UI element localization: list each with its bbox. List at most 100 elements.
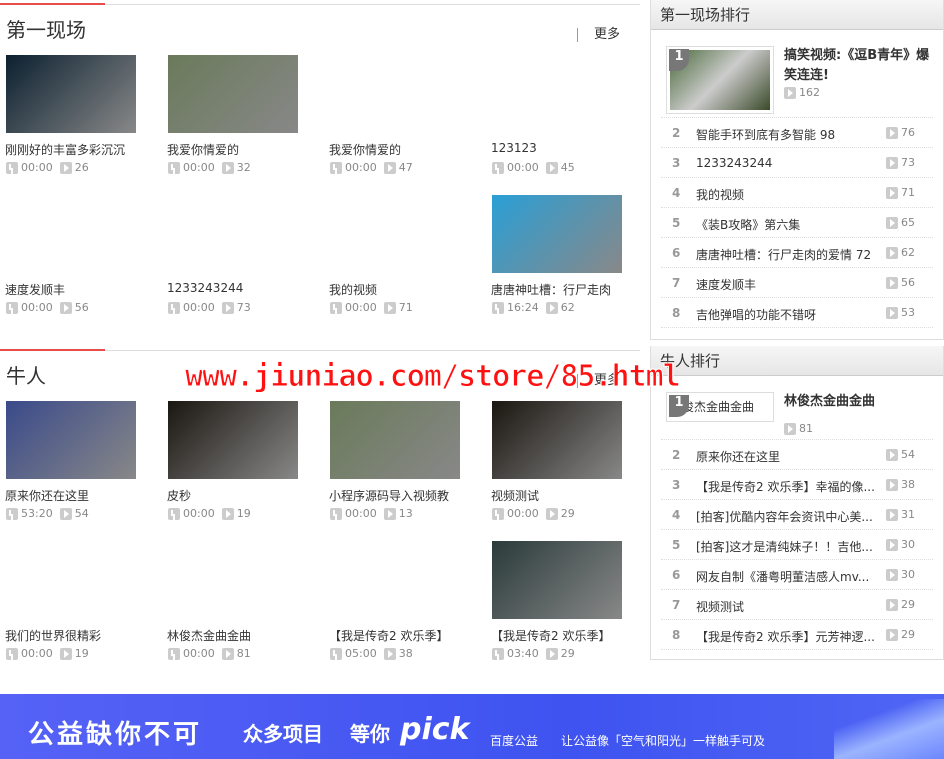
- video-card[interactable]: 唐唐神吐槽：行尸走肉 16:24 62: [491, 195, 632, 325]
- rank-number: 5: [672, 216, 681, 230]
- ranking-row[interactable]: 6 网友自制《潘粤明董洁感人mv... 30: [661, 560, 933, 590]
- video-card[interactable]: 我爱你情爱的 00:00 32: [167, 55, 308, 185]
- ranking-row[interactable]: 5 [拍客]这才是清纯妹子！！吉他... 30: [661, 530, 933, 560]
- ranking-title-link[interactable]: 1233243244: [696, 156, 876, 170]
- ranking-row[interactable]: 8 【我是传奇2 欢乐季】元芳神逻... 29: [661, 620, 933, 650]
- video-card[interactable]: 我爱你情爱的 00:00 47: [329, 55, 470, 185]
- video-card[interactable]: 【我是传奇2 欢乐季】 03:40 29: [491, 541, 632, 671]
- ranking-row[interactable]: 3 1233243244 73: [661, 148, 933, 178]
- ranking-title-link[interactable]: 原来你还在这里: [696, 448, 876, 465]
- video-thumbnail[interactable]: [330, 55, 460, 133]
- ranking-title-link[interactable]: 【我是传奇2 欢乐季】幸福的像...: [696, 478, 876, 495]
- video-thumbnail[interactable]: [168, 541, 298, 619]
- ranking-title-link[interactable]: 【我是传奇2 欢乐季】元芳神逻...: [696, 628, 876, 645]
- video-card[interactable]: 原来你还在这里 53:20 54: [5, 401, 146, 531]
- ranking-title-link[interactable]: 视频测试: [696, 598, 876, 615]
- play-icon: [59, 507, 72, 520]
- ranking-title-link[interactable]: 唐唐神吐槽：行尸走肉的爱情 72: [696, 246, 876, 263]
- clock-icon: [6, 301, 18, 314]
- ranking-top-item[interactable]: 林俊杰金曲金曲 1 林俊杰金曲金曲 81: [661, 376, 933, 440]
- ranking-title-link[interactable]: 网友自制《潘粤明董洁感人mv...: [696, 568, 876, 585]
- video-card[interactable]: 我的视频 00:00 71: [329, 195, 470, 325]
- ranking-title-link[interactable]: 速度发顺丰: [696, 276, 876, 293]
- video-thumbnail[interactable]: [168, 55, 298, 133]
- ranking-views: 73: [886, 156, 915, 169]
- video-card[interactable]: 123123 00:00 45: [491, 55, 632, 185]
- video-thumbnail[interactable]: [6, 401, 136, 479]
- ranking-top-item[interactable]: 1 搞笑视频:《逗B青年》爆笑连连! 162: [661, 30, 933, 118]
- video-title[interactable]: 我的视频: [329, 281, 464, 298]
- view-count: 81: [799, 422, 813, 435]
- video-title[interactable]: 【我是传奇2 欢乐季】: [329, 627, 464, 644]
- video-title[interactable]: 【我是传奇2 欢乐季】: [491, 627, 626, 644]
- video-title[interactable]: 刚刚好的丰富多彩沉沉: [5, 141, 140, 158]
- video-meta: 00:00 13: [330, 507, 413, 520]
- ranking-views: 30: [886, 538, 915, 551]
- video-thumbnail[interactable]: [168, 195, 298, 273]
- video-title[interactable]: 小程序源码导入视频教: [329, 487, 464, 504]
- ranking-row[interactable]: 4 我的视频 71: [661, 178, 933, 208]
- ranking-row[interactable]: 3 【我是传奇2 欢乐季】幸福的像... 38: [661, 470, 933, 500]
- video-title[interactable]: 我们的世界很精彩: [5, 627, 140, 644]
- ranking-row[interactable]: 6 唐唐神吐槽：行尸走肉的爱情 72 62: [661, 238, 933, 268]
- ranking-row[interactable]: 5 《装B攻略》第六集 65: [661, 208, 933, 238]
- video-card[interactable]: 速度发顺丰 00:00 56: [5, 195, 146, 325]
- video-card[interactable]: 刚刚好的丰富多彩沉沉 00:00 26: [5, 55, 146, 185]
- video-card[interactable]: 皮秒 00:00 19: [167, 401, 308, 531]
- ad-banner[interactable]: 公益缺你不可 众多项目 等你 pick 百度公益 让公益像「空气和阳光」一样触手…: [0, 694, 944, 759]
- video-card[interactable]: 视频测试 00:00 29: [491, 401, 632, 531]
- video-title[interactable]: 1233243244: [167, 281, 302, 295]
- banner-brand: 百度公益: [490, 734, 539, 748]
- more-link[interactable]: 更多: [577, 28, 620, 42]
- ranking-title-link[interactable]: [拍客]优酷内容年会资讯中心美...: [696, 508, 876, 525]
- rank-number: 8: [672, 306, 681, 320]
- ranking-views: 54: [886, 448, 915, 461]
- ranking-row[interactable]: 2 智能手环到底有多智能 98 76: [661, 118, 933, 148]
- section-divider: [0, 349, 640, 351]
- ranking-title-link[interactable]: [拍客]这才是清纯妹子！！吉他...: [696, 538, 876, 555]
- video-card[interactable]: 我们的世界很精彩 00:00 19: [5, 541, 146, 671]
- video-thumbnail[interactable]: [492, 401, 622, 479]
- play-icon: [886, 276, 898, 289]
- video-thumbnail[interactable]: [330, 195, 460, 273]
- video-title[interactable]: 123123: [491, 141, 626, 155]
- video-thumbnail[interactable]: [6, 55, 136, 133]
- clock-icon: [330, 301, 342, 314]
- ranking-title-link[interactable]: 我的视频: [696, 186, 876, 203]
- ranking-row[interactable]: 4 [拍客]优酷内容年会资讯中心美... 31: [661, 500, 933, 530]
- ranking-row[interactable]: 7 速度发顺丰 56: [661, 268, 933, 298]
- video-card[interactable]: 1233243244 00:00 73: [167, 195, 308, 325]
- video-card[interactable]: 小程序源码导入视频教 00:00 13: [329, 401, 470, 531]
- ranking-row[interactable]: 2 原来你还在这里 54: [661, 440, 933, 470]
- view-count: 30: [901, 568, 915, 581]
- ranking-title-link[interactable]: 智能手环到底有多智能 98: [696, 126, 876, 143]
- clock-icon: [330, 647, 342, 660]
- play-icon: [886, 448, 898, 461]
- video-card[interactable]: 林俊杰金曲金曲 00:00 81: [167, 541, 308, 671]
- video-title[interactable]: 原来你还在这里: [5, 487, 140, 504]
- video-title[interactable]: 林俊杰金曲金曲: [167, 627, 302, 644]
- ranking-row[interactable]: 7 视频测试 29: [661, 590, 933, 620]
- video-title[interactable]: 速度发顺丰: [5, 281, 140, 298]
- video-thumbnail[interactable]: [6, 541, 136, 619]
- video-thumbnail[interactable]: [492, 55, 622, 133]
- video-thumbnail[interactable]: [168, 401, 298, 479]
- video-title[interactable]: 唐唐神吐槽：行尸走肉: [491, 281, 626, 298]
- video-thumbnail[interactable]: [492, 195, 622, 273]
- top-title[interactable]: 搞笑视频:《逗B青年》爆笑连连!: [784, 46, 939, 86]
- video-thumbnail[interactable]: [6, 195, 136, 273]
- video-thumbnail[interactable]: [330, 541, 460, 619]
- play-icon: [383, 647, 396, 660]
- video-title[interactable]: 皮秒: [167, 487, 302, 504]
- ranking-title-link[interactable]: 吉他弹唱的功能不错呀: [696, 306, 876, 323]
- video-title[interactable]: 视频测试: [491, 487, 626, 504]
- view-count: 31: [901, 508, 915, 521]
- video-title[interactable]: 我爱你情爱的: [329, 141, 464, 158]
- video-card[interactable]: 【我是传奇2 欢乐季】 05:00 38: [329, 541, 470, 671]
- ranking-title-link[interactable]: 《装B攻略》第六集: [696, 216, 876, 233]
- video-title[interactable]: 我爱你情爱的: [167, 141, 302, 158]
- ranking-row[interactable]: 8 吉他弹唱的功能不错呀 53: [661, 298, 933, 328]
- top-title[interactable]: 林俊杰金曲金曲: [784, 392, 939, 412]
- video-thumbnail[interactable]: [330, 401, 460, 479]
- video-thumbnail[interactable]: [492, 541, 622, 619]
